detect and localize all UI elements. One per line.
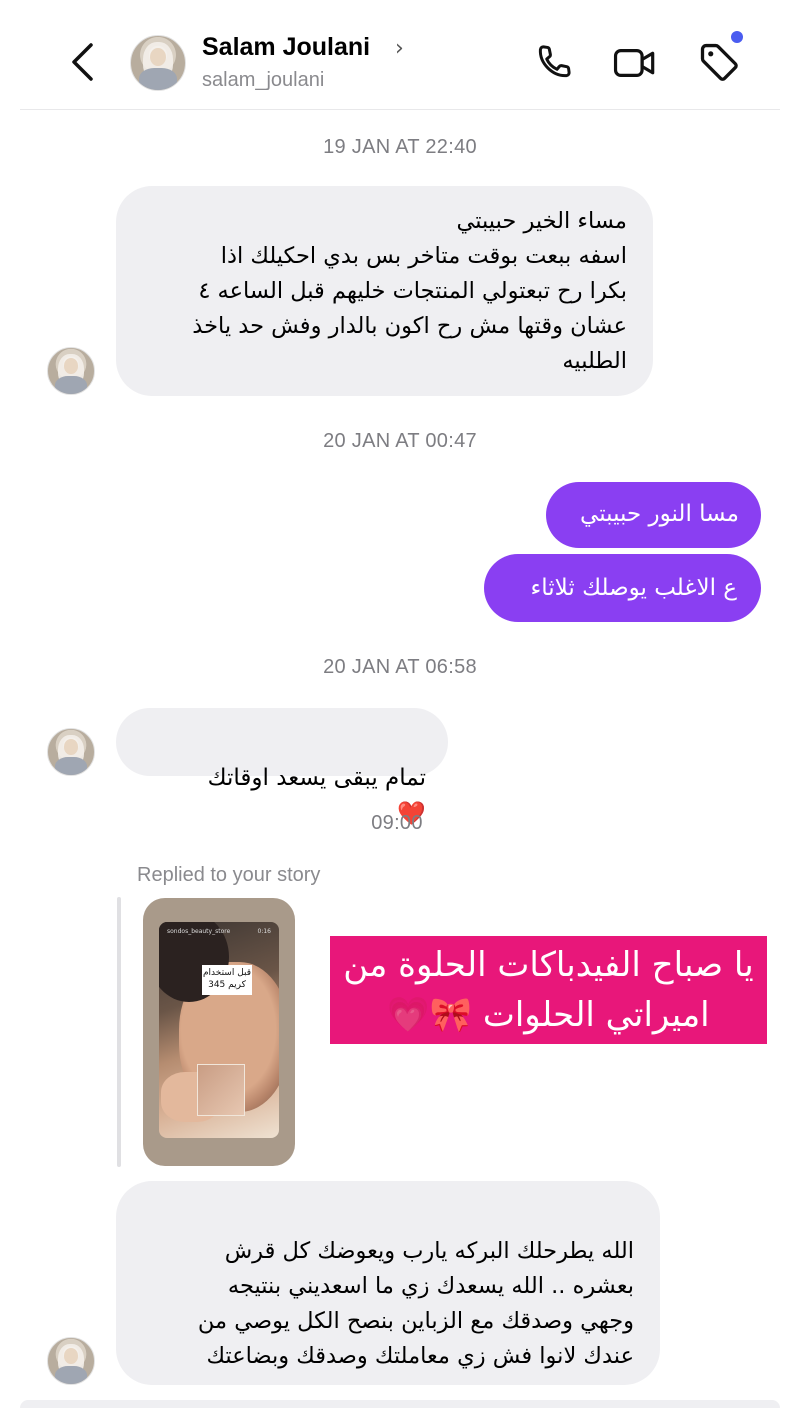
story-image: قبل استخدام كريم 345 sondos_beauty_store… [159, 922, 279, 1138]
phone-call-button[interactable] [528, 38, 578, 88]
avatar[interactable] [47, 1337, 95, 1385]
chevron-left-icon [72, 43, 93, 81]
story-account-name: sondos_beauty_store [167, 928, 231, 935]
back-button[interactable] [60, 40, 104, 84]
timestamp: 20 JAN AT 06:58 [323, 656, 477, 678]
chat-header: Salam Joulani › salam_joulani [0, 0, 800, 110]
contact-username: salam_joulani [202, 69, 325, 91]
avatar[interactable] [130, 35, 186, 91]
notification-dot [731, 31, 743, 43]
contact-chevron-icon[interactable]: › [395, 36, 404, 61]
composer-edge [20, 1400, 780, 1408]
timestamp: 19 JAN AT 22:40 [323, 136, 477, 158]
incoming-message[interactable]: مساء الخير حبيبتي اسفه ببعت بوقت متاخر ب… [116, 186, 653, 396]
message-text: الله يطرحلك البركه يارب ويعوضك كل قرش بع… [197, 1238, 634, 1369]
avatar[interactable] [47, 728, 95, 776]
story-time: 0:16 [257, 928, 271, 935]
video-camera-icon [613, 49, 655, 77]
video-call-button[interactable] [610, 38, 660, 88]
tag-icon [700, 43, 738, 81]
story-thumbnail[interactable]: قبل استخدام كريم 345 sondos_beauty_store… [143, 898, 295, 1166]
story-inset-image [197, 1064, 245, 1116]
timestamp: 09:00 [371, 812, 423, 834]
tag-button[interactable] [694, 38, 744, 88]
outgoing-message[interactable]: مسا النور حبيبتي [546, 482, 761, 548]
reply-indicator-bar [117, 897, 121, 1167]
incoming-message[interactable]: تمام يبقى يسعد اوقاتك ❤️ [116, 708, 448, 827]
incoming-message[interactable]: الله يطرحلك البركه يارب ويعوضك كل قرش بع… [116, 1181, 660, 1385]
outgoing-message[interactable]: ع الاغلب يوصلك ثلاثاء [484, 554, 761, 622]
header-divider [20, 109, 780, 110]
message-text: تمام يبقى يسعد اوقاتك [207, 765, 426, 791]
phone-icon [538, 45, 571, 78]
story-reply-banner[interactable]: يا صباح الفيدباكات الحلوة من اميراتي الح… [330, 936, 767, 1044]
story-reply-label: Replied to your story [137, 864, 321, 886]
timestamp: 20 JAN AT 00:47 [323, 430, 477, 452]
story-sticker-text: قبل استخدام كريم 345 [202, 965, 252, 995]
banner-text: يا صباح الفيدباكات الحلوة من اميراتي الح… [343, 945, 754, 1035]
avatar[interactable] [47, 347, 95, 395]
contact-name[interactable]: Salam Joulani [202, 33, 370, 62]
